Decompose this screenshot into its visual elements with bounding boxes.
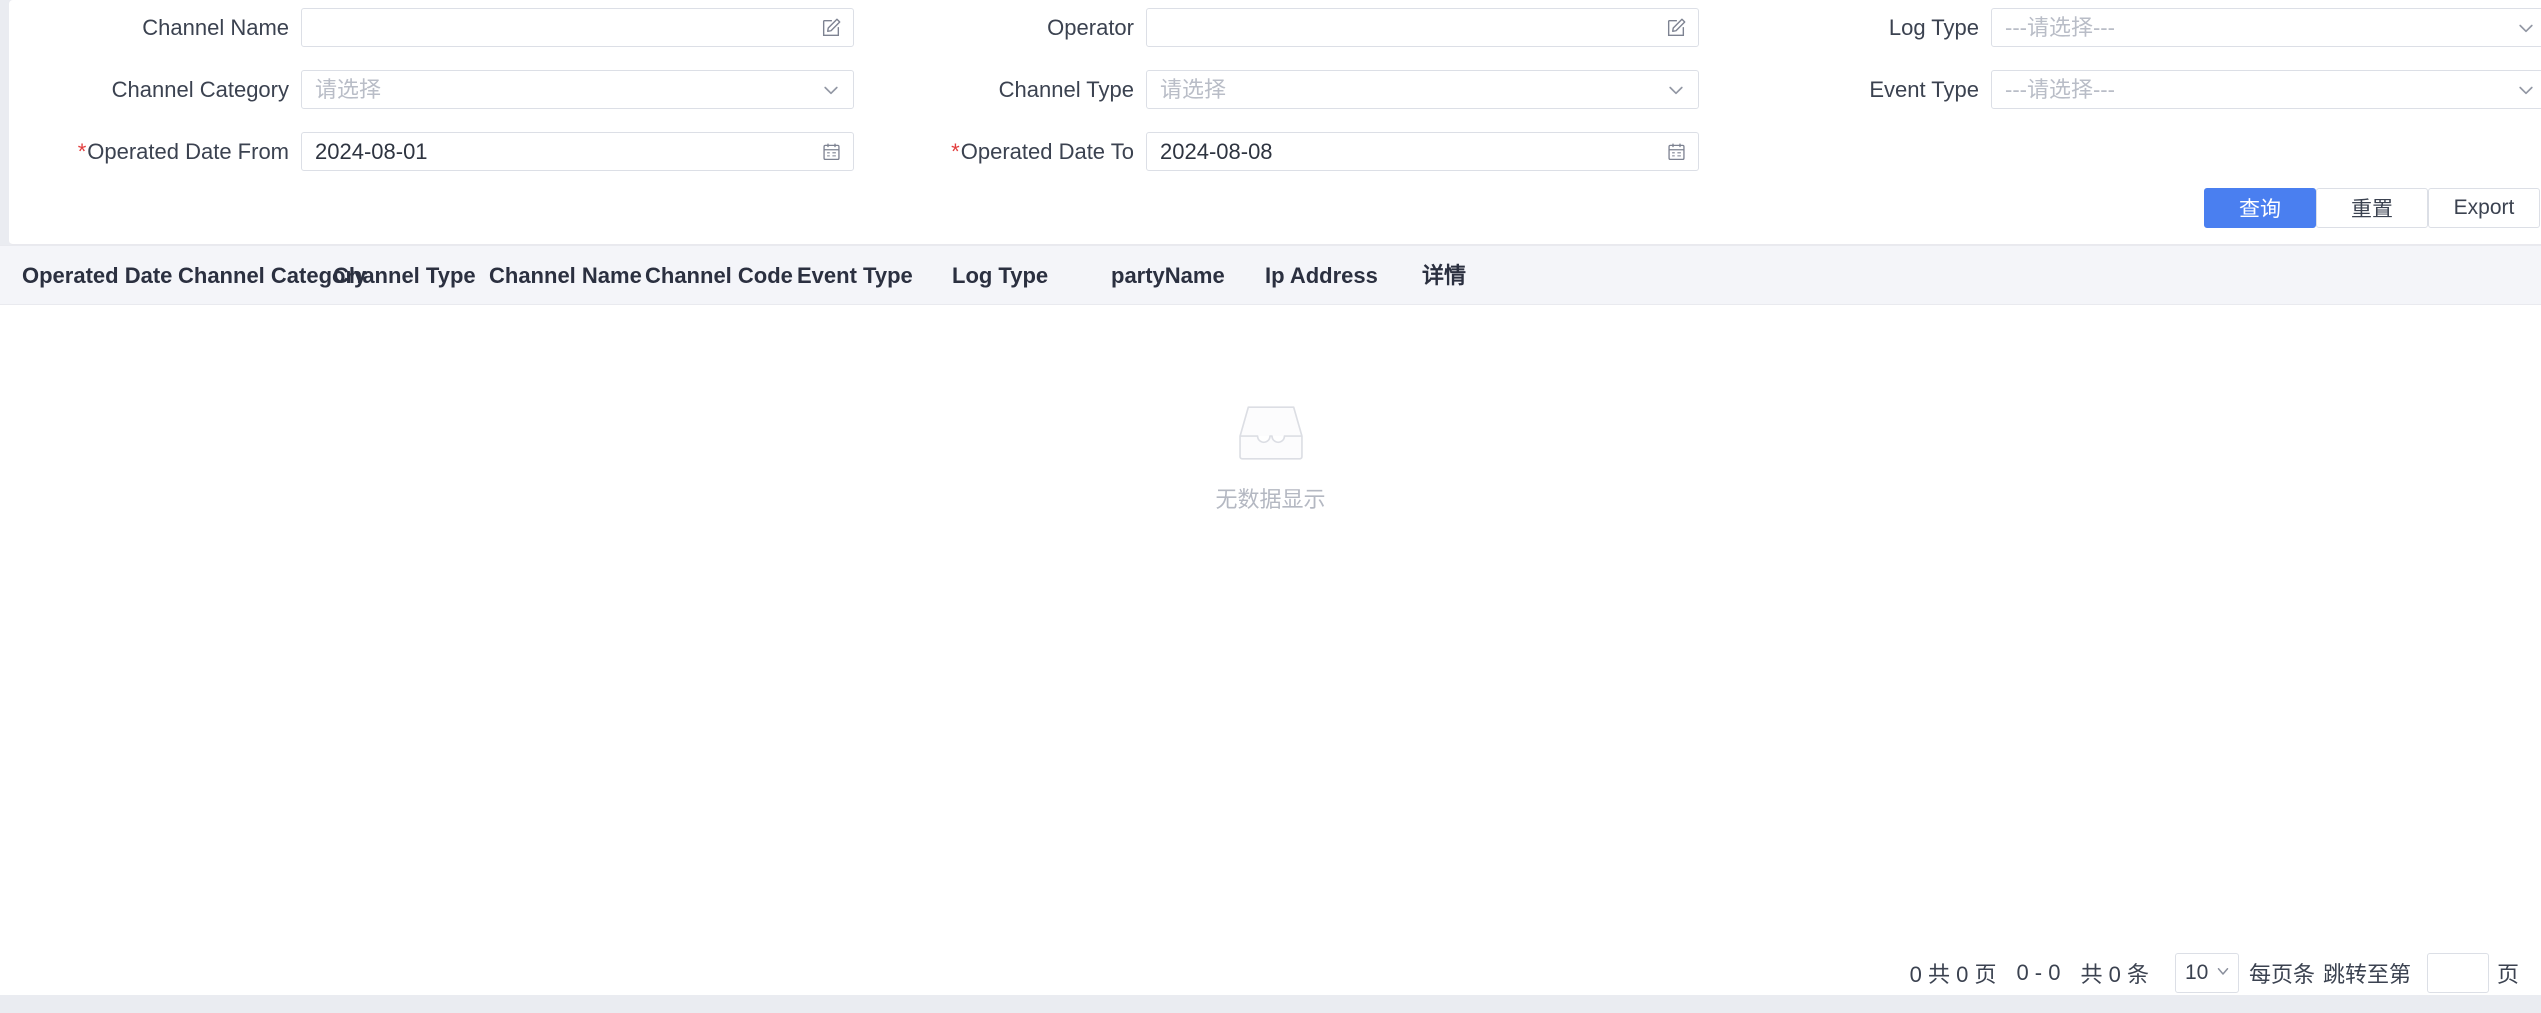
field-event-type: Event Type ---请选择--- [1699, 70, 2541, 109]
label-event-type: Event Type [1699, 70, 1991, 109]
bottom-background-strip [0, 995, 2541, 1013]
table-header-row: Operated Date Channel Category Channel T… [0, 245, 2541, 305]
log-table: Operated Date Channel Category Channel T… [0, 245, 2541, 1013]
column-header-party-name: partyName [1111, 263, 1225, 288]
export-button[interactable]: Export [2428, 188, 2540, 228]
pagination: 0 共 0 页 0 - 0 共 0 条 10 每页条 跳转至第 页 [1910, 953, 2519, 993]
pagination-range: 0 - 0 [2016, 960, 2061, 985]
page-size-select[interactable]: 10 [2174, 953, 2239, 993]
field-log-type: Log Type ---请选择--- [1699, 8, 2541, 47]
field-channel-category: Channel Category 请选择 [9, 70, 854, 109]
select-channel-type[interactable]: 请选择 [1146, 70, 1699, 109]
chevron-down-icon[interactable] [2214, 960, 2232, 986]
operated-date-to-value: 2024-08-08 [1160, 139, 1273, 164]
label-text: Operator [1047, 15, 1134, 40]
search-button[interactable]: 查询 [2204, 188, 2316, 228]
label-channel-name: Channel Name [9, 8, 301, 47]
chevron-down-icon[interactable] [1665, 79, 1687, 101]
label-text: Event Type [1869, 77, 1979, 102]
select-channel-category[interactable]: 请选择 [301, 70, 854, 109]
label-operated-date-from: *Operated Date From [9, 132, 301, 171]
required-asterisk: * [77, 139, 87, 164]
column-header-channel-code: Channel Code [645, 263, 793, 288]
chevron-down-icon[interactable] [820, 79, 842, 101]
filter-action-buttons: 查询 重置 Export [2204, 188, 2540, 228]
per-page-label: 每页条 [2248, 962, 2315, 987]
calendar-icon[interactable] [1665, 141, 1687, 163]
operated-date-from-value: 2024-08-01 [315, 139, 428, 164]
date-input-operated-date-to[interactable]: 2024-08-08 [1146, 132, 1699, 171]
log-query-page: Channel Name Operator Log Type ---请选择---… [0, 0, 2541, 1013]
label-text: Channel Category [111, 77, 289, 102]
page-unit-label: 页 [2496, 962, 2519, 987]
field-operated-date-from: *Operated Date From 2024-08-01 [9, 132, 854, 171]
label-text: Channel Type [998, 77, 1134, 102]
label-operated-date-to: *Operated Date To [854, 132, 1146, 171]
jump-to-label: 跳转至第 [2322, 962, 2411, 987]
label-text: Log Type [1888, 15, 1979, 40]
select-event-type[interactable]: ---请选择--- [1991, 70, 2541, 109]
calendar-icon[interactable] [820, 141, 842, 163]
date-input-operated-date-from[interactable]: 2024-08-01 [301, 132, 854, 171]
label-text: Operated Date To [960, 139, 1134, 164]
column-header-log-type: Log Type [952, 263, 1049, 288]
filter-panel: Channel Name Operator Log Type ---请选择---… [9, 0, 2541, 245]
pagination-total: 共 0 条 [2080, 962, 2149, 987]
page-size-value: 10 [2184, 961, 2209, 984]
channel-type-placeholder: 请选择 [1160, 77, 1227, 102]
channel-category-placeholder: 请选择 [315, 77, 382, 102]
empty-state-text: 无数据显示 [1215, 487, 1326, 512]
column-header-event-type: Event Type [797, 263, 913, 288]
select-log-type[interactable]: ---请选择--- [1991, 8, 2541, 47]
empty-box-icon [1238, 405, 1304, 466]
edit-square-icon[interactable] [1665, 17, 1687, 39]
field-channel-name: Channel Name [9, 8, 854, 47]
column-header-channel-name: Channel Name [489, 263, 642, 288]
column-header-operated-date: Operated Date [22, 263, 173, 288]
label-channel-category: Channel Category [9, 70, 301, 109]
table-body: 无数据显示 [0, 305, 2541, 945]
field-operated-date-to: *Operated Date To 2024-08-08 [854, 132, 1699, 171]
log-type-placeholder: ---请选择--- [2005, 15, 2115, 40]
chevron-down-icon[interactable] [2515, 17, 2537, 39]
label-text: Operated Date From [87, 139, 289, 164]
column-header-ip-address: Ip Address [1265, 263, 1378, 288]
input-operator[interactable] [1146, 8, 1699, 47]
reset-button[interactable]: 重置 [2316, 188, 2428, 228]
label-operator: Operator [854, 8, 1146, 47]
label-channel-type: Channel Type [854, 70, 1146, 109]
label-text: Channel Name [142, 15, 289, 40]
input-channel-name[interactable] [301, 8, 854, 47]
required-asterisk: * [951, 139, 960, 164]
field-operator: Operator [854, 8, 1699, 47]
jump-page-input[interactable] [2426, 953, 2489, 993]
label-log-type: Log Type [1699, 8, 1991, 47]
event-type-placeholder: ---请选择--- [2005, 77, 2115, 102]
column-header-detail: 详情 [1422, 263, 1467, 288]
pagination-pages: 0 共 0 页 [1909, 962, 1997, 987]
chevron-down-icon[interactable] [2515, 79, 2537, 101]
edit-square-icon[interactable] [820, 17, 842, 39]
empty-state: 无数据显示 [0, 405, 2541, 514]
field-channel-type: Channel Type 请选择 [854, 70, 1699, 109]
column-header-channel-type: Channel Type [333, 263, 476, 288]
